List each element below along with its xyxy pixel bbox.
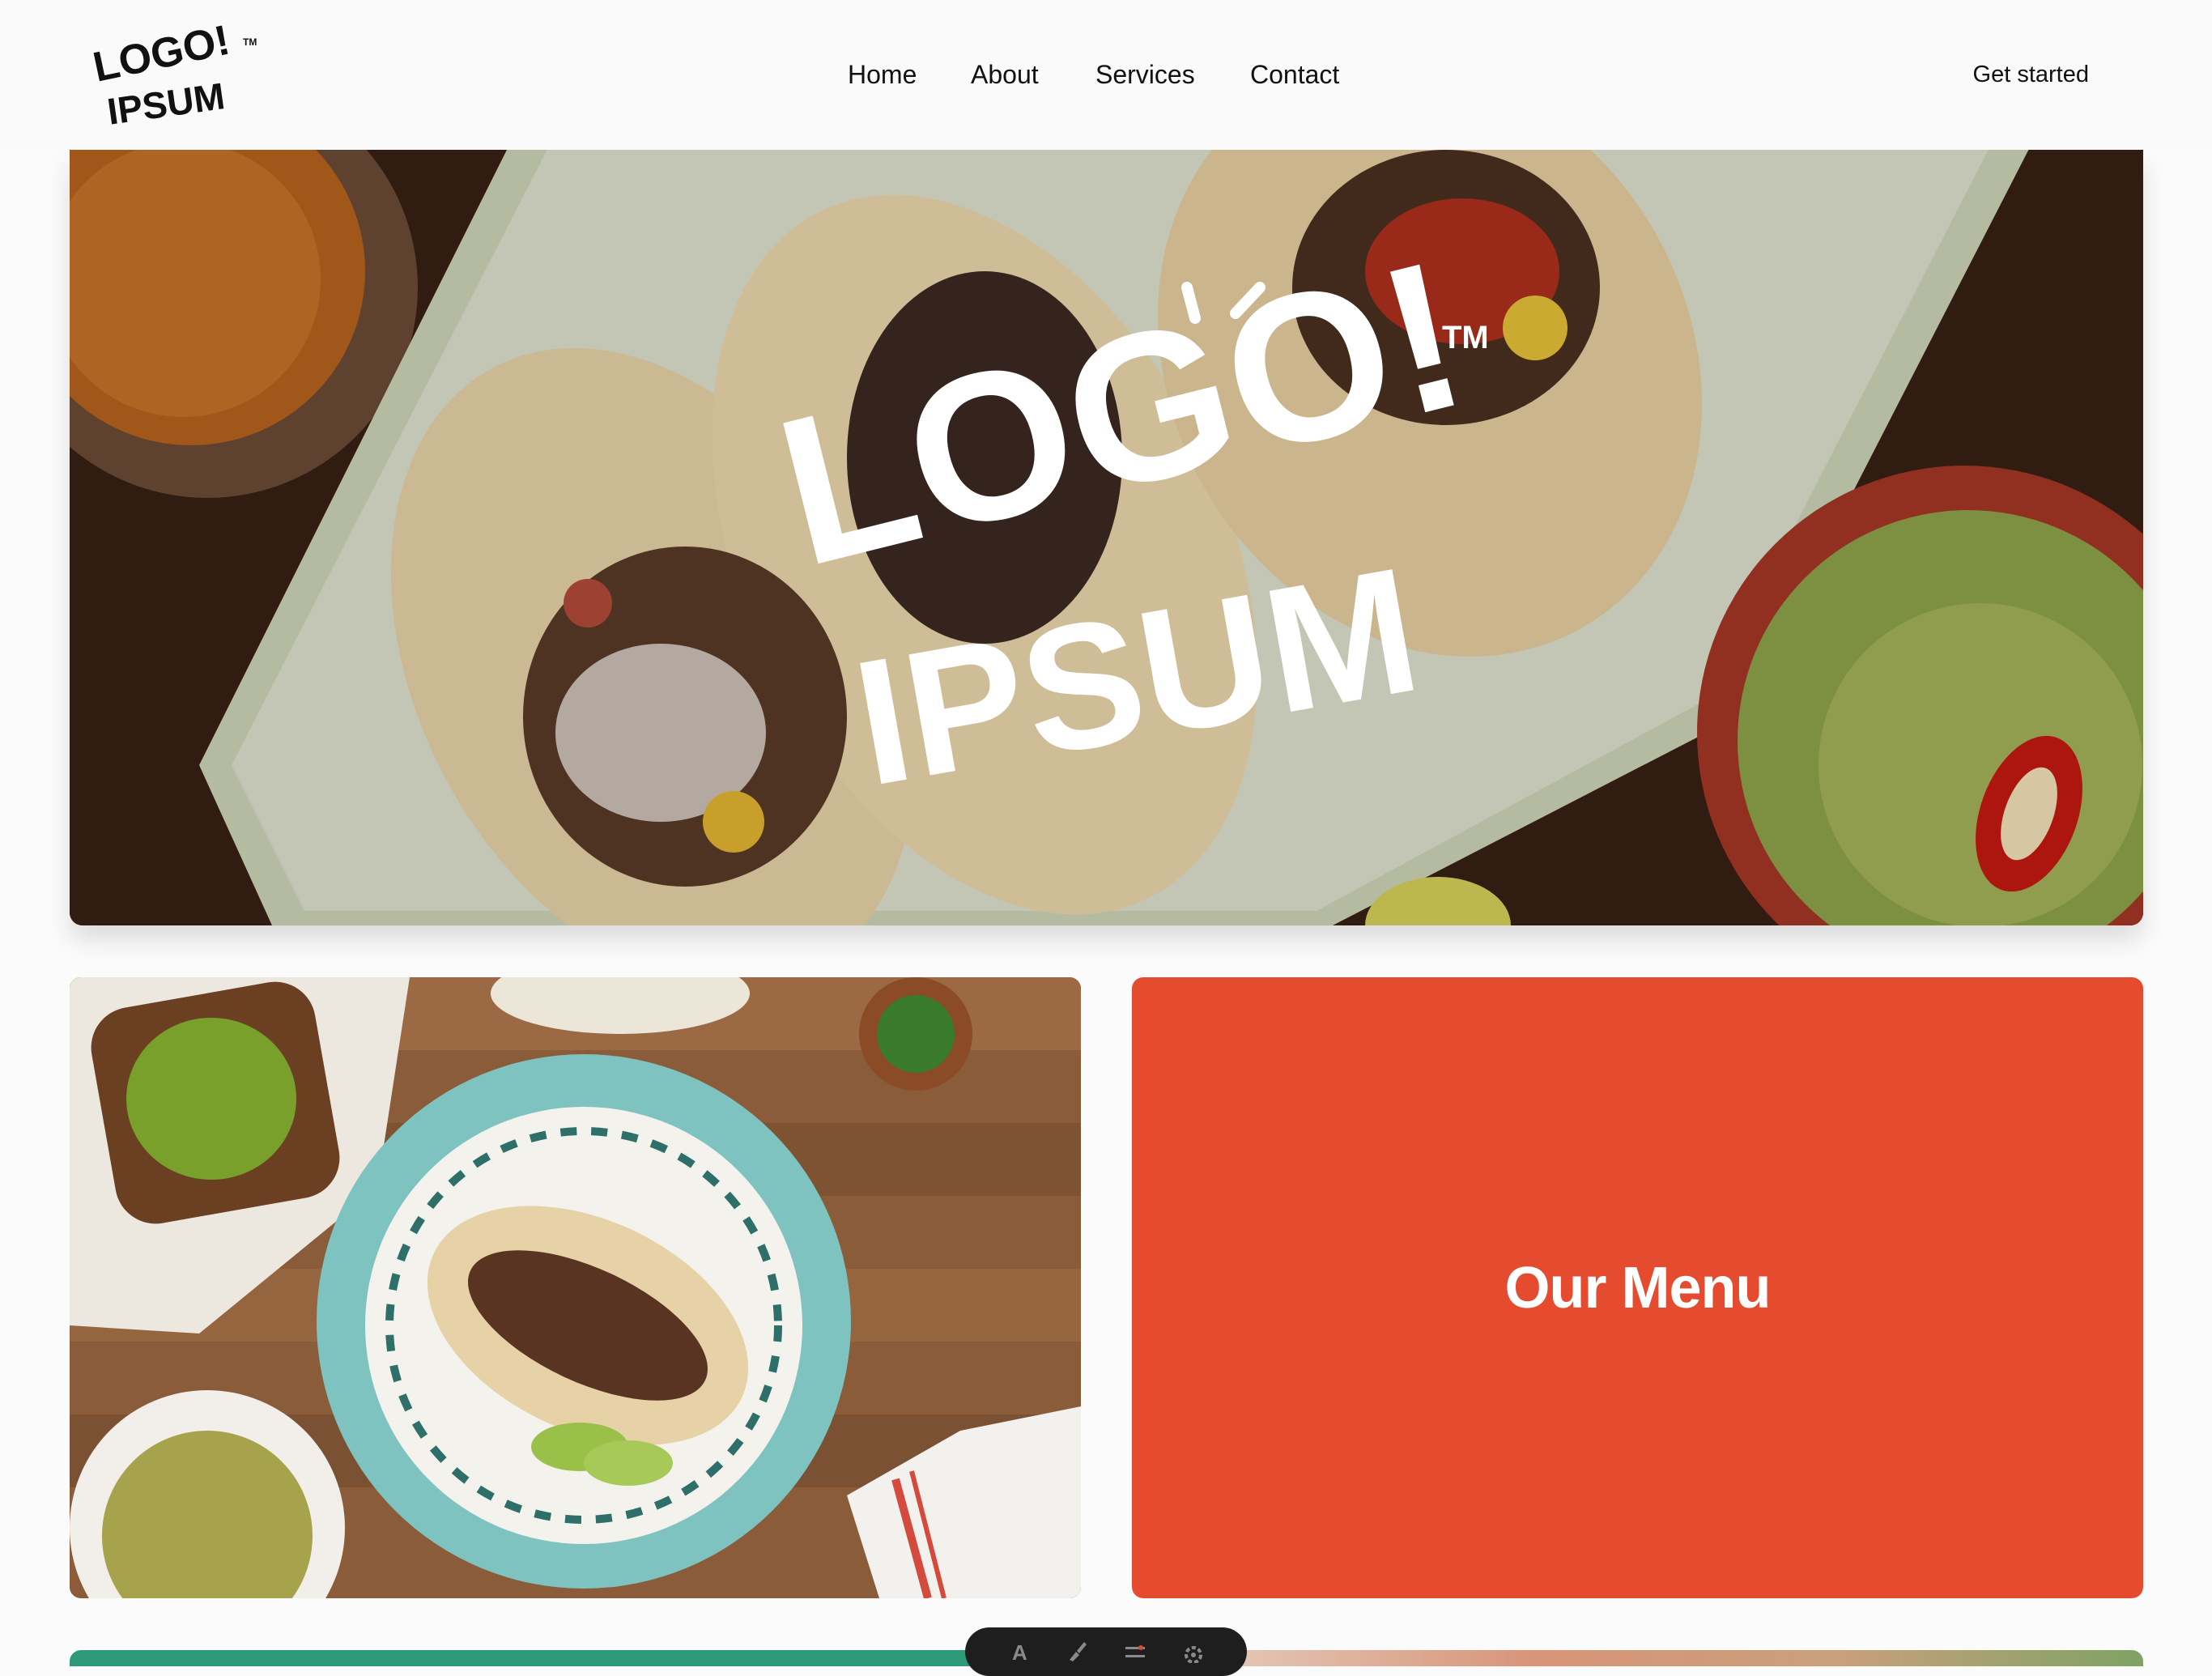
adjust-icon[interactable] [1123,1639,1147,1663]
main-nav: Home About Services Contact [0,0,2212,150]
logo-ipsum-hero-mark: LOGO! IPSUM TM [759,216,1489,823]
nav-services[interactable]: Services [1095,57,1195,92]
next-card-left [70,1650,1081,1666]
settings-icon[interactable] [1181,1639,1206,1664]
hero-banner: LOGO! IPSUM TM [70,150,2143,925]
tacos-photo-card [70,977,1081,1598]
text-icon[interactable]: A [1006,1639,1031,1665]
our-menu-card[interactable]: Our Menu [1132,977,2143,1598]
hero-logo-trademark: TM [1442,320,1489,355]
site-header: LOGO! IPSUM TM Home About Services Conta… [0,0,2212,150]
get-started-button[interactable]: Get started [1973,57,2089,92]
nav-home[interactable]: Home [848,57,917,92]
logo-trademark: TM [243,36,257,48]
next-card-right [1132,1650,2143,1666]
our-menu-title: Our Menu [1504,1255,1772,1321]
brand-logo[interactable]: LOGO! IPSUM TM [89,23,259,128]
brush-icon[interactable] [1065,1639,1089,1663]
nav-contact[interactable]: Contact [1250,57,1339,92]
floating-toolbar: A [965,1627,1247,1676]
nav-about[interactable]: About [971,57,1039,92]
hero-logo: LOGO! IPSUM TM [759,216,1511,830]
svg-text:A: A [1012,1640,1027,1663]
tacos-guacamole-photo [70,977,1081,1598]
logo-ipsum-mark: LOGO! IPSUM TM [89,23,257,128]
